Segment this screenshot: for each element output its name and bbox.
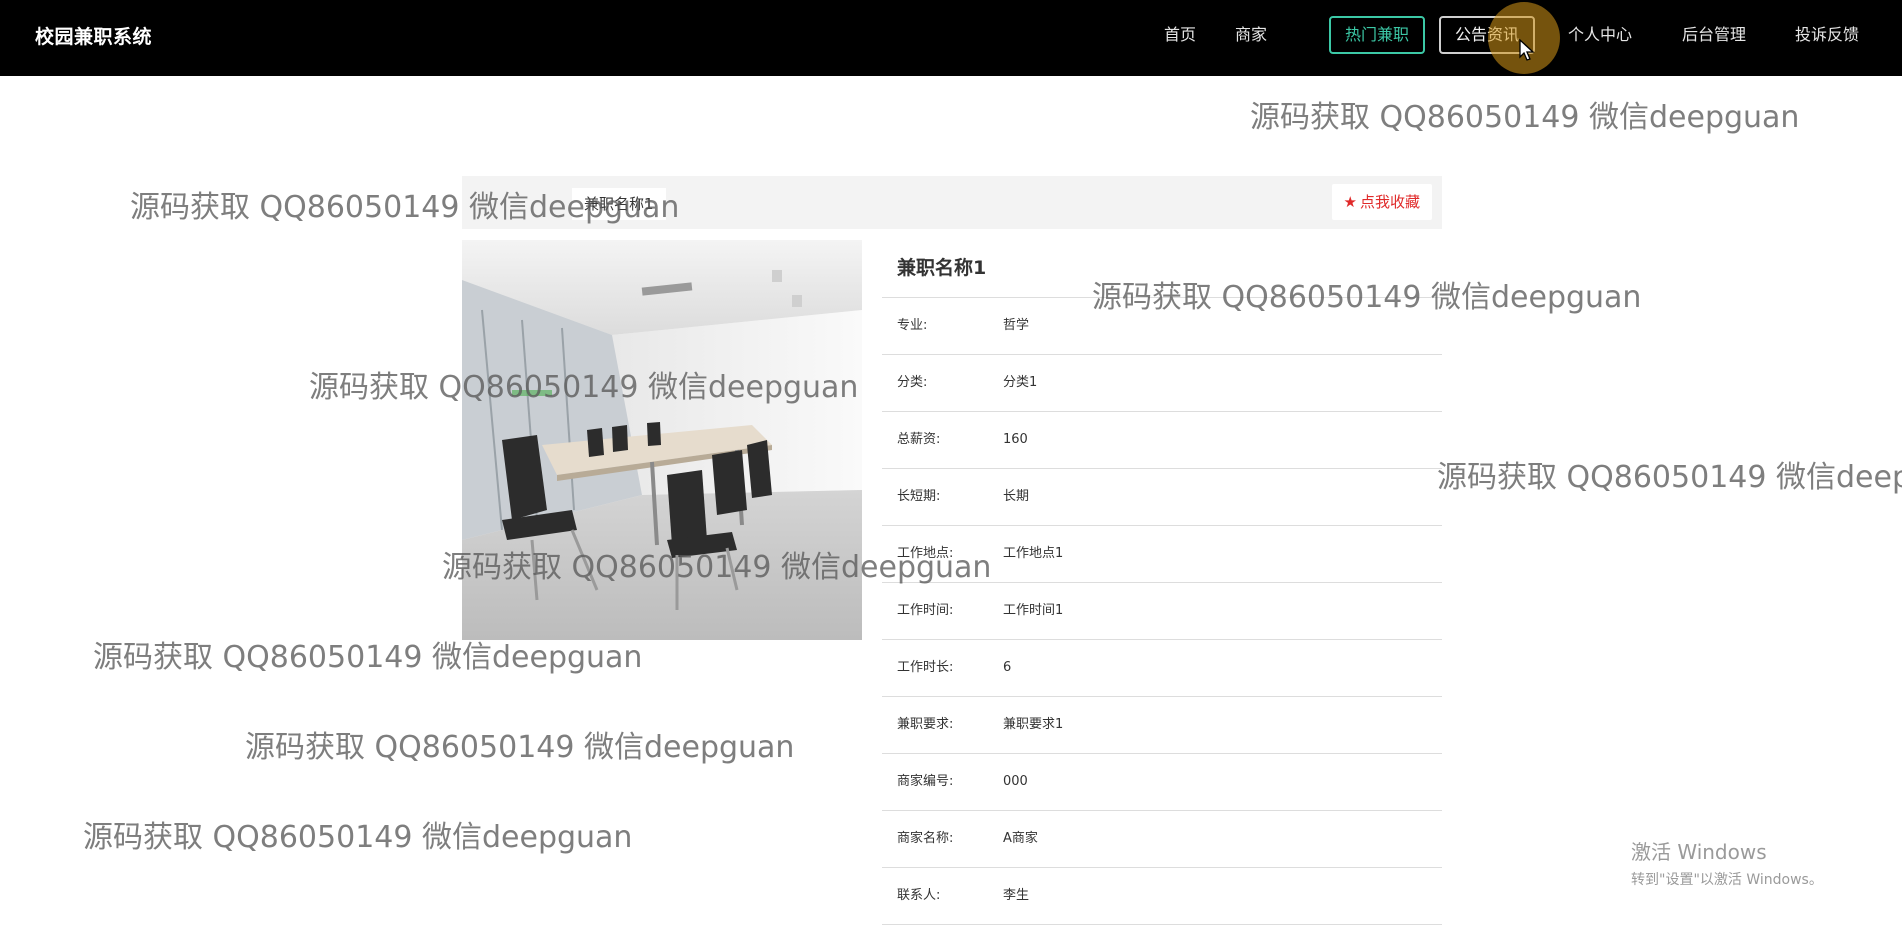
field-value: 160 bbox=[1003, 432, 1028, 447]
detail-row-location: 工作地点: 工作地点1 bbox=[882, 526, 1442, 583]
nav-item-admin[interactable]: 后台管理 bbox=[1682, 16, 1746, 54]
field-value: 工作时间1 bbox=[1003, 603, 1064, 618]
detail-row-category: 分类: 分类1 bbox=[882, 355, 1442, 412]
field-label: 工作地点: bbox=[897, 546, 954, 561]
star-icon: ★ bbox=[1343, 193, 1357, 211]
nav-item-home[interactable]: 首页 bbox=[1164, 16, 1196, 54]
nav-item-feedback[interactable]: 投诉反馈 bbox=[1795, 16, 1859, 54]
field-value: 哲学 bbox=[1003, 318, 1030, 333]
field-value: 长期 bbox=[1003, 489, 1030, 504]
field-value: 000 bbox=[1003, 774, 1028, 789]
job-photo bbox=[462, 240, 862, 640]
field-value: 兼职要求1 bbox=[1003, 717, 1064, 732]
detail-row-merchant-name: 商家名称: A商家 bbox=[882, 811, 1442, 868]
activation-title: 激活 Windows bbox=[1631, 840, 1767, 864]
watermark-text: 源码获取 QQ86050149 微信deepguan bbox=[83, 820, 633, 855]
field-value: A商家 bbox=[1003, 831, 1038, 846]
field-value: 工作地点1 bbox=[1003, 546, 1064, 561]
detail-row-work-time: 工作时间: 工作时间1 bbox=[882, 583, 1442, 640]
job-title-chip: 兼职名称1 bbox=[572, 188, 666, 220]
mouse-pointer-icon bbox=[1519, 38, 1535, 65]
field-label: 商家编号: bbox=[897, 774, 954, 789]
field-label: 联系人: bbox=[897, 888, 941, 903]
job-name: 兼职名称1 bbox=[882, 240, 1442, 298]
watermark-text: 源码获取 QQ86050149 微信deepguan bbox=[1437, 460, 1902, 495]
favorite-button[interactable]: ★ 点我收藏 bbox=[1331, 184, 1432, 220]
detail-row-total-salary: 总薪资: 160 bbox=[882, 412, 1442, 469]
favorite-label: 点我收藏 bbox=[1359, 193, 1420, 211]
detail-row-major: 专业: 哲学 bbox=[882, 298, 1442, 355]
job-title-bar: 兼职名称1 ★ 点我收藏 bbox=[462, 176, 1442, 229]
site-brand[interactable]: 校园兼职系统 bbox=[35, 22, 152, 49]
watermark-text: 源码获取 QQ86050149 微信deepguan bbox=[1250, 100, 1800, 135]
field-label: 工作时间: bbox=[897, 603, 954, 618]
detail-row-requirements: 兼职要求: 兼职要求1 bbox=[882, 697, 1442, 754]
nav-item-merchants[interactable]: 商家 bbox=[1235, 16, 1267, 54]
detail-row-merchant-id: 商家编号: 000 bbox=[882, 754, 1442, 811]
field-label: 分类: bbox=[897, 375, 928, 390]
field-label: 兼职要求: bbox=[897, 717, 954, 732]
field-label: 工作时长: bbox=[897, 660, 954, 675]
field-label: 总薪资: bbox=[897, 432, 941, 447]
windows-activation-notice: 激活 Windows 转到"设置"以激活 Windows。 bbox=[1631, 836, 1823, 889]
field-label: 专业: bbox=[897, 318, 928, 333]
watermark-text: 源码获取 QQ86050149 微信deepguan bbox=[245, 730, 795, 765]
nav-item-hot-jobs[interactable]: 热门兼职 bbox=[1329, 16, 1426, 54]
field-label: 长短期: bbox=[897, 489, 941, 504]
detail-row-contact: 联系人: 李生 bbox=[882, 868, 1442, 925]
activation-hint: 转到"设置"以激活 Windows。 bbox=[1631, 872, 1823, 888]
detail-row-duration: 工作时长: 6 bbox=[882, 640, 1442, 697]
top-navbar: 校园兼职系统 首页 商家 热门兼职 公告资讯 个人中心 后台管理 投诉反馈 bbox=[0, 0, 1902, 76]
nav-item-personal-center[interactable]: 个人中心 bbox=[1568, 16, 1632, 54]
field-label: 商家名称: bbox=[897, 831, 954, 846]
field-value: 6 bbox=[1003, 660, 1012, 675]
field-value: 分类1 bbox=[1003, 375, 1038, 390]
field-value: 李生 bbox=[1003, 888, 1030, 903]
detail-row-term: 长短期: 长期 bbox=[882, 469, 1442, 526]
job-detail-panel: 兼职名称1 专业: 哲学 分类: 分类1 总薪资: 160 长短期: 长期 工作… bbox=[882, 240, 1442, 925]
